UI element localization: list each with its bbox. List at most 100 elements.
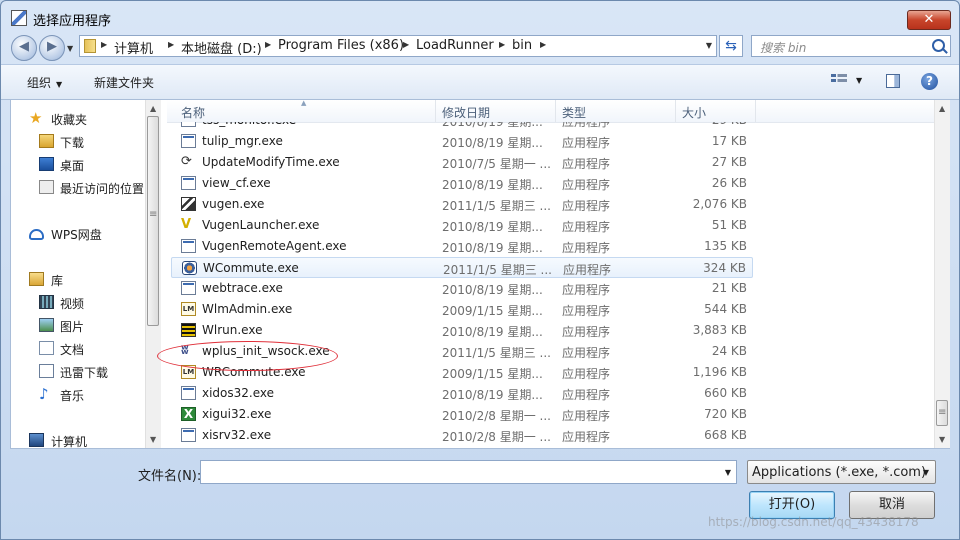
file-row[interactable]: vugen.exe 2011/1/5 星期三 ... 应用程序 2,076 KB <box>171 194 753 215</box>
file-size: 2,076 KB <box>692 197 747 211</box>
organize-button[interactable]: 组织 ▼ <box>27 74 62 91</box>
navigation-pane: ★ 收藏夹 下载 桌面 最近访问的位置 WPS网盘 库 视频 图片 文档 迅雷下… <box>11 100 161 448</box>
address-bar[interactable]: ▶ 计算机 ▶ 本地磁盘 (D:) ▶ Program Files (x86) … <box>79 35 717 57</box>
scroll-up-arrow-icon[interactable]: ▲ <box>939 104 945 113</box>
file-row[interactable]: tss_monitor.exe 2010/8/19 星期... 应用程序 29 KB <box>171 122 753 131</box>
file-size: 21 KB <box>711 281 747 295</box>
column-divider[interactable] <box>755 100 756 122</box>
command-bar: 组织 ▼ 新建文件夹 ▼ ? <box>1 64 959 100</box>
vugen-icon <box>181 197 196 211</box>
search-input[interactable]: 搜索 bin <box>760 39 806 56</box>
video-icon <box>39 295 54 309</box>
file-row[interactable]: ʬ wplus_init_wsock.exe 2011/1/5 星期三 ... 应用程… <box>171 341 753 362</box>
scroll-thumb[interactable] <box>147 116 159 326</box>
breadcrumb-loadrunner[interactable]: LoadRunner <box>416 38 494 53</box>
chevron-down-icon: ▼ <box>56 80 63 89</box>
file-size: 29 KB <box>712 122 747 127</box>
file-row[interactable]: LM WRCommute.exe 2009/1/15 星期... 应用程序 1,196 … <box>171 362 753 383</box>
file-modified-date: 2011/1/5 星期三 ... <box>442 346 551 360</box>
column-header-name[interactable]: 名称 <box>181 104 205 121</box>
scroll-thumb[interactable] <box>936 400 948 426</box>
file-name: xisrv32.exe <box>202 428 272 442</box>
scroll-down-arrow-icon[interactable]: ▼ <box>150 435 156 444</box>
file-row[interactable]: Wlrun.exe 2010/8/19 星期... 应用程序 3,883 KB <box>171 320 753 341</box>
file-row[interactable]: webtrace.exe 2010/8/19 星期... 应用程序 21 KB <box>171 278 753 299</box>
forward-button[interactable]: ▶ <box>39 35 65 61</box>
file-row[interactable]: xisrv32.exe 2010/2/8 星期一 ... 应用程序 668 KB <box>171 425 753 446</box>
breadcrumb-program-files[interactable]: Program Files (x86) <box>278 38 404 53</box>
cloud-icon <box>29 229 44 240</box>
title-bar: 选择应用程序 ✕ <box>1 1 959 35</box>
column-header-row: ▲ 名称 修改日期 类型 大小 <box>167 100 934 123</box>
breadcrumb-drive-d[interactable]: 本地磁盘 (D:) <box>181 38 262 57</box>
nav-item-label: 计算机 <box>51 435 88 448</box>
file-list: ▲ 名称 修改日期 类型 大小 tss_monitor.exe 2010/8/19… <box>167 100 934 448</box>
file-name: xidos32.exe <box>202 386 275 400</box>
file-row[interactable]: LM WlmAdmin.exe 2009/1/15 星期... 应用程序 544 KB <box>171 299 753 320</box>
exe-icon <box>181 122 196 127</box>
scroll-up-arrow-icon[interactable]: ▲ <box>150 104 156 113</box>
exe-icon <box>181 281 196 295</box>
file-row[interactable]: WCommute.exe 2011/1/5 星期三 ... 应用程序 324 KB <box>171 257 753 278</box>
file-type: 应用程序 <box>562 220 611 234</box>
file-size: 544 KB <box>704 302 747 316</box>
search-icon[interactable] <box>932 39 945 52</box>
breadcrumb-separator[interactable]: ▶ <box>101 40 107 49</box>
file-row[interactable]: V VugenLauncher.exe 2010/8/19 星期... 应用程序 51 … <box>171 215 753 236</box>
navigation-scrollbar[interactable]: ▲ ▼ <box>145 100 161 448</box>
file-row[interactable]: xidos32.exe 2010/8/19 星期... 应用程序 660 KB <box>171 383 753 404</box>
column-header-size[interactable]: 大小 <box>682 104 706 121</box>
breadcrumb-computer[interactable]: 计算机 <box>114 38 153 57</box>
filename-label: 文件名(N): <box>138 469 202 484</box>
breadcrumb-bin[interactable]: bin <box>512 38 532 53</box>
file-name: WlmAdmin.exe <box>202 302 293 316</box>
file-row[interactable]: view_cf.exe 2010/8/19 星期... 应用程序 26 KB <box>171 173 753 194</box>
view-options-dropdown[interactable]: ▼ <box>856 76 862 85</box>
file-row[interactable]: ⟳ UpdateModifyTime.exe 2010/7/5 星期一 ... 应用程… <box>171 152 753 173</box>
column-divider[interactable] <box>675 100 676 122</box>
recent-pages-dropdown[interactable]: ▼ <box>67 44 73 53</box>
filename-field[interactable]: ▼ <box>200 460 737 484</box>
file-size: 17 KB <box>711 134 747 148</box>
breadcrumb-separator[interactable]: ▶ <box>403 40 409 49</box>
back-arrow-icon: ◀ <box>19 39 29 54</box>
file-size: 24 KB <box>711 344 747 358</box>
breadcrumb-separator[interactable]: ▶ <box>265 40 271 49</box>
file-type-select[interactable]: Applications (*.exe, *.com) ▼ <box>747 460 936 484</box>
refresh-button[interactable]: ⇆ <box>719 35 743 57</box>
chevron-down-icon[interactable]: ▼ <box>725 468 731 477</box>
new-folder-button[interactable]: 新建文件夹 <box>94 74 154 91</box>
file-type: 应用程序 <box>562 367 611 381</box>
file-list-scrollbar[interactable]: ▲ ▼ <box>934 100 950 448</box>
address-dropdown-icon[interactable]: ▼ <box>706 41 712 50</box>
back-button[interactable]: ◀ <box>11 35 37 61</box>
file-name: VugenLauncher.exe <box>202 218 320 232</box>
column-header-type[interactable]: 类型 <box>562 104 586 121</box>
file-row[interactable]: VugenRemoteAgent.exe 2010/8/19 星期... 应用程序 1… <box>171 236 753 257</box>
view-options-icon[interactable] <box>831 74 847 88</box>
file-row[interactable]: tulip_mgr.exe 2010/8/19 星期... 应用程序 17 KB <box>171 131 753 152</box>
file-type: 应用程序 <box>562 388 611 402</box>
scroll-down-arrow-icon[interactable]: ▼ <box>939 435 945 444</box>
preview-pane-icon[interactable] <box>886 74 900 88</box>
nav-item-label: 文档 <box>60 343 85 357</box>
file-size: 1,196 KB <box>692 365 747 379</box>
nav-item-label: 视频 <box>60 297 85 311</box>
search-box[interactable]: 搜索 bin <box>751 35 951 57</box>
breadcrumb-separator[interactable]: ▶ <box>168 40 174 49</box>
file-modified-date: 2009/1/15 星期... <box>442 367 543 381</box>
file-modified-date: 2010/8/19 星期... <box>442 122 543 129</box>
breadcrumb-separator[interactable]: ▶ <box>499 40 505 49</box>
close-button[interactable]: ✕ <box>907 10 951 30</box>
update-icon: ⟳ <box>181 154 192 169</box>
column-divider[interactable] <box>555 100 556 122</box>
breadcrumb-separator[interactable]: ▶ <box>540 40 546 49</box>
file-type: 应用程序 <box>562 409 611 423</box>
column-divider[interactable] <box>435 100 436 122</box>
file-type: 应用程序 <box>562 122 611 129</box>
column-header-date[interactable]: 修改日期 <box>442 104 490 121</box>
file-row[interactable]: Xxigui32.exe 2010/2/8 星期一 ... 应用程序 720 KB <box>171 404 753 425</box>
file-size: 27 KB <box>711 155 747 169</box>
file-type: 应用程序 <box>562 304 611 318</box>
help-icon[interactable]: ? <box>921 73 938 90</box>
